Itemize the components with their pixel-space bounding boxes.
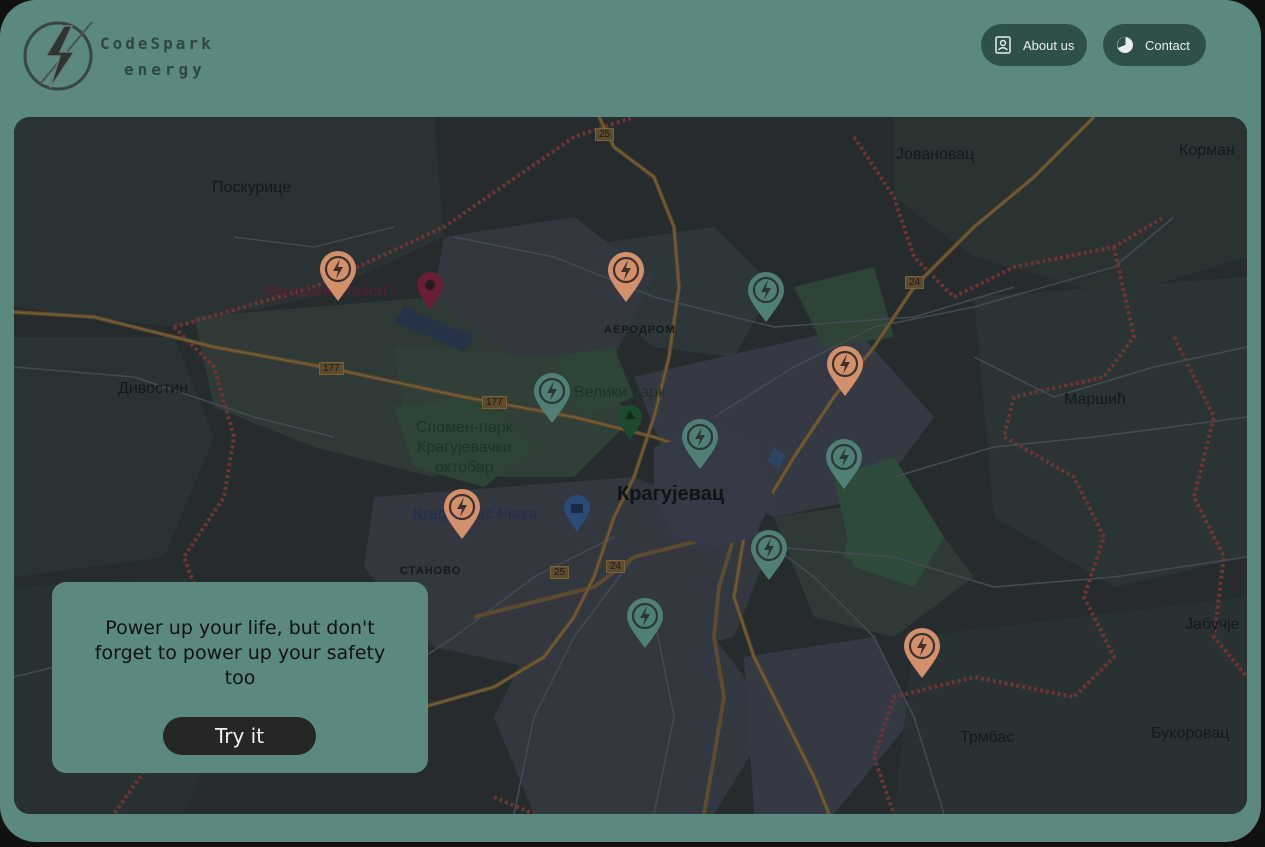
map-label-divostin: Дивостин (118, 380, 189, 397)
charging-station-pin[interactable] (750, 529, 788, 581)
lightning-logo-icon (23, 21, 93, 91)
shopping-marker-icon[interactable] (563, 495, 591, 533)
map-label-trmbas: Трмбас (960, 729, 1015, 746)
map-label-jovanovac: Јовановац (896, 146, 975, 163)
promo-card: Power up your life, but don't forget to … (52, 582, 428, 773)
about-us-label: About us (1023, 37, 1075, 53)
map-label-stanovo: СТАНОВО (400, 565, 462, 577)
road-shield: 25 (550, 566, 570, 579)
charging-station-pin[interactable] (626, 597, 664, 649)
brand-tagline: energy (124, 60, 206, 79)
map-label-kragujevac: Крагујевац (617, 483, 725, 505)
contact-card-icon (993, 35, 1013, 55)
charging-station-pin[interactable] (825, 438, 863, 490)
charging-station-pin[interactable] (533, 372, 571, 424)
about-us-button[interactable]: About us (981, 24, 1087, 66)
brand-name: CodeSpark (100, 34, 214, 53)
road-shield: 177 (482, 396, 507, 409)
map-label-jabucje: Јабучје (1185, 616, 1240, 633)
resort-marker-icon[interactable] (416, 272, 444, 310)
road-shield: 25 (595, 128, 615, 141)
road-shield: 24 (606, 560, 626, 573)
charging-station-pin[interactable] (443, 488, 481, 540)
charging-station-pin[interactable] (319, 250, 357, 302)
pie-chart-icon (1115, 35, 1135, 55)
contact-button[interactable]: Contact (1103, 24, 1206, 66)
try-it-button[interactable]: Try it (163, 717, 316, 755)
map-label-aerodrom: АЕРОДРОМ (604, 324, 676, 336)
map-label-bukorovac: Букоровац (1151, 725, 1230, 742)
charging-station-pin[interactable] (681, 418, 719, 470)
contact-label: Contact (1145, 37, 1190, 53)
app-frame: CodeSpark energy About us Contact 25 24 … (0, 0, 1261, 842)
charging-station-pin[interactable] (903, 627, 941, 679)
map-label-spomen-park[interactable]: Спомен-парк Крагујевачки октобар (416, 418, 513, 478)
map-label-marsic: Маршић (1064, 391, 1126, 408)
promo-text: Power up your life, but don't forget to … (94, 617, 386, 689)
charging-station-pin[interactable] (747, 271, 785, 323)
map-label-poskurice: Поскурице (212, 179, 292, 196)
road-shield: 24 (905, 276, 925, 289)
road-shield: 177 (319, 362, 344, 375)
map-label-korman: Корман (1179, 142, 1235, 159)
map-label-veliki-park[interactable]: Велики парк (574, 384, 665, 402)
park-marker-icon[interactable] (617, 405, 643, 441)
brand-logo[interactable]: CodeSpark energy (20, 12, 250, 102)
charging-station-pin[interactable] (826, 345, 864, 397)
charging-station-pin[interactable] (607, 251, 645, 303)
